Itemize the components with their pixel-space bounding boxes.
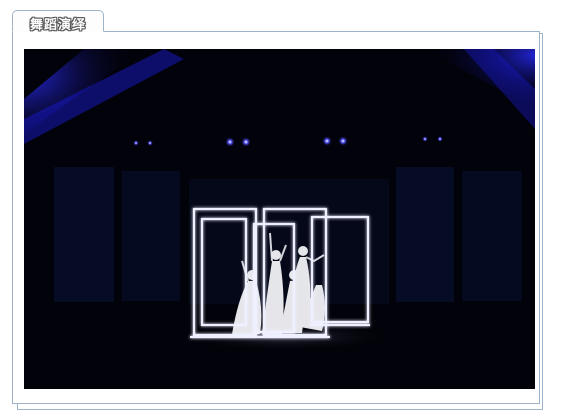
content-panel (12, 31, 540, 404)
tab-label: 舞蹈演绎 (29, 18, 86, 33)
performance-photo[interactable] (24, 49, 535, 389)
tab-dance-performance[interactable]: 舞蹈演绎 (12, 10, 104, 33)
stage-photo-graphic (24, 49, 535, 389)
